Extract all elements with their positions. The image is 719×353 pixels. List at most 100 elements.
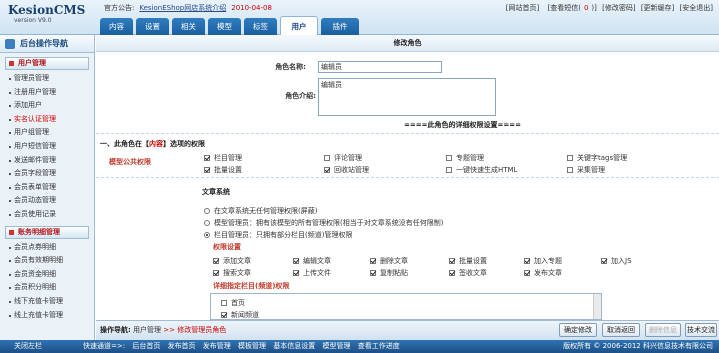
sidebar-item-offline-cards[interactable]: 线下充值卡管理 [0,295,94,309]
permission-settings-label: 权限设置 [213,243,241,251]
checkbox-add-topic[interactable]: 加入专题 [524,256,562,266]
checkbox-search-article[interactable]: 搜索文章 [213,268,251,278]
tab-settings[interactable]: 设置 [136,18,169,35]
sidebar-item-send-email[interactable]: 发送邮件管理 [0,154,94,168]
quick-link-template-manage[interactable]: 模板管理 [238,342,266,350]
checkbox-publish-article[interactable]: 发布文章 [524,268,562,278]
quick-link-work-progress[interactable]: 查看工作进度 [358,342,400,350]
radio-icon [204,232,210,238]
checkbox-icon [446,167,452,173]
checkbox-icon [213,258,219,264]
sidebar-item-member-activity[interactable]: 会员动态管理 [0,194,94,208]
column-tree[interactable]: 首页 新闻频道 [210,293,602,320]
sidebar-item-points-detail[interactable]: 会员点券明细 [0,241,94,255]
model-public-label: 模型公共权限 [109,158,151,166]
delete-button[interactable]: 删除信息 [645,323,681,337]
radio-column-admin[interactable]: 栏目管理员：只拥有部分栏目(频道)管理权限 [204,230,352,240]
quick-link-basic-settings[interactable]: 基本信息设置 [273,342,315,350]
quick-nav: 快速通道=>: 后台首页 发布首页 发布管理 模板管理 基本信息设置 模型管理 … [83,342,400,350]
breadcrumb: 操作导航: 用户管理 >> 修改管理员角色 [100,326,227,334]
quick-link-model-manage[interactable]: 模型管理 [323,342,351,350]
top-header: KesionCMS version V9.0 官方公告: KesionEShop网… [0,0,719,35]
announcement-label: 官方公告: [104,4,135,12]
role-name-input[interactable] [318,61,442,73]
sidebar-item-funds-detail[interactable]: 会员资金明细 [0,268,94,282]
sidebar-item-registered-users[interactable]: 注册用户管理 [0,86,94,100]
quick-link-publish-home[interactable]: 发布首页 [168,342,196,350]
checkbox-icon [370,270,376,276]
content-permission-heading: 一、此角色在【内容】选项的权限 [100,140,205,148]
tab-content[interactable]: 内容 [100,18,133,35]
sidebar-item-user-groups[interactable]: 用户组管理 [0,126,94,140]
sidebar-item-member-fields[interactable]: 会员字段管理 [0,167,94,181]
sidebar-section-accounts[interactable]: 账务明细管理 [5,225,89,239]
sidebar-item-score-detail[interactable]: 会员积分明细 [0,281,94,295]
tab-plugins[interactable]: 插件 [321,18,359,35]
top-links: [网站首页] [查看短信(0)] [修改密码] [更新缓存] [安全退出] [503,3,713,13]
tree-scrollbar[interactable] [593,294,601,319]
checkbox-upload-file[interactable]: 上传文件 [293,268,331,278]
tree-item-news[interactable]: 新闻频道 [221,310,259,319]
checkbox-recycle-bin[interactable]: 回收站管理 [324,165,369,175]
checkbox-topic-manage[interactable]: 专题管理 [446,153,484,163]
quick-link-admin-home[interactable]: 后台首页 [132,342,160,350]
sidebar-item-online-cards[interactable]: 线上充值卡管理 [0,309,94,323]
checkbox-comment-manage[interactable]: 评论管理 [324,153,362,163]
app-title: KesionCMS [8,3,86,17]
checkbox-icon [293,270,299,276]
sidebar-item-realname-auth[interactable]: 实名认证管理 [0,113,94,127]
sidebar-item-admins[interactable]: 管理员管理 [0,72,94,86]
checkbox-add-article[interactable]: 添加文章 [213,256,251,266]
checkbox-edit-article[interactable]: 编辑文章 [293,256,331,266]
checkbox-add-js[interactable]: 加入JS [601,256,632,266]
logout-link[interactable]: [安全退出] [680,4,713,12]
radio-model-admin[interactable]: 模型管理员：拥有该模型的所有管理权限(相当于对文章系统没有任何限制) [204,218,443,228]
messages-link[interactable]: [查看短信(0)] [544,4,596,12]
role-desc-label: 角色介绍: [285,92,316,100]
radio-no-permission[interactable]: 在文章系统无任何管理权限(屏蔽) [204,206,317,216]
checkbox-quick-html[interactable]: 一键快速生成HTML [446,165,517,175]
role-desc-textarea[interactable]: 编辑员 [318,78,496,116]
sidebar-item-member-records[interactable]: 会员使用记录 [0,208,94,222]
close-left-panel[interactable]: 关闭左栏 [14,340,42,353]
checkbox-batch-settings[interactable]: 批量设置 [204,165,242,175]
tree-item-home[interactable]: 首页 [221,298,245,308]
checkbox-copy-paste[interactable]: 复制粘贴 [370,268,408,278]
checkbox-icon [524,258,530,264]
announcement-link[interactable]: KesionEShop网店系统介绍 [139,4,226,12]
section-icon [9,61,14,66]
update-cache-link[interactable]: [更新缓存] [641,4,674,12]
checkbox-collect-manage[interactable]: 采集管理 [567,165,605,175]
announcement-date: 2010-04-08 [231,4,272,12]
sidebar-item-user-sms[interactable]: 用户短信管理 [0,140,94,154]
cancel-button[interactable]: 取消返回 [602,323,640,337]
checkbox-sign-article[interactable]: 签收文章 [449,268,487,278]
checkbox-icon [293,258,299,264]
checkbox-icon [370,258,376,264]
checkbox-delete-article[interactable]: 删除文章 [370,256,408,266]
quick-link-publish-manage[interactable]: 发布管理 [203,342,231,350]
sidebar-item-add-user[interactable]: 添加用户 [0,99,94,113]
sidebar-item-member-forms[interactable]: 会员表单管理 [0,181,94,195]
sidebar-section-users[interactable]: 用户管理 [5,57,89,70]
tab-related[interactable]: 相关 [172,18,205,35]
tab-users[interactable]: 用户 [280,16,318,35]
checkbox-icon [324,167,330,173]
home-link[interactable]: [网站首页] [506,4,539,12]
tab-models[interactable]: 模型 [208,18,241,35]
sidebar-item-validity-detail[interactable]: 会员有效期明细 [0,254,94,268]
checkbox-column-manage[interactable]: 栏目管理 [204,153,242,163]
tech-support-button[interactable]: 技术交流 [685,323,717,337]
footer-bar: 关闭左栏 快速通道=>: 后台首页 发布首页 发布管理 模板管理 基本信息设置 … [0,340,719,353]
confirm-button[interactable]: 确定修改 [559,323,597,337]
change-password-link[interactable]: [修改密码] [602,4,635,12]
sidebar-header: 后台操作导航 [0,35,94,53]
radio-icon [204,208,210,214]
tab-tags[interactable]: 标签 [244,18,277,35]
app-version: version V9.0 [14,17,52,24]
checkbox-icon [449,258,455,264]
checkbox-tags-manage[interactable]: 关键字tags管理 [567,153,627,163]
checkbox-icon [324,155,330,161]
checkbox-batch-setting[interactable]: 批量设置 [449,256,487,266]
breadcrumb-users[interactable]: 用户管理 [133,326,161,334]
